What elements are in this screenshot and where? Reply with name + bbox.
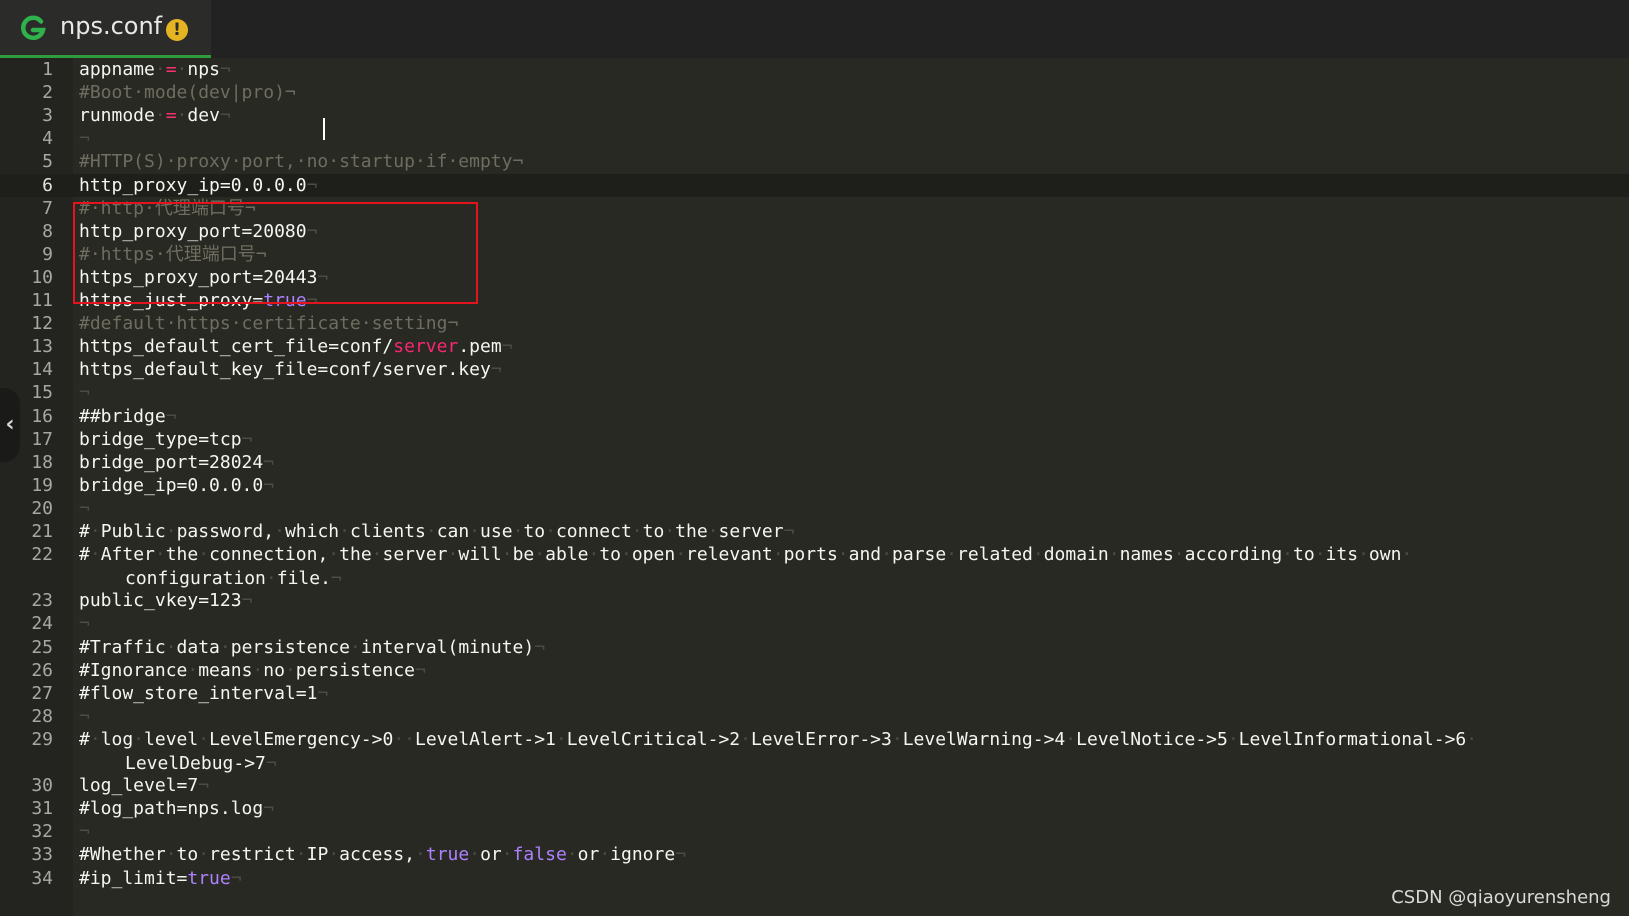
line-number: 21 [31,521,53,542]
line-text[interactable]: https_default_key_file=conf/server.key¬ [79,358,1599,382]
line-text[interactable]: #HTTP(S)·proxy·port,·no·startup·if·empty… [79,150,1599,174]
line-number: 31 [31,798,53,820]
gitee-g-icon [21,15,46,41]
code-line[interactable]: 28 ¬ [0,705,1629,728]
line-number: 10 [31,266,53,288]
annotation-highlight-box [73,202,478,304]
line-number: 13 [31,336,53,358]
line-number: 19 [31,474,53,496]
line-text[interactable]: bridge_ip=0.0.0.0¬ [79,474,1599,498]
code-line[interactable]: 29 #·log·level·LevelEmergency->0··LevelAl… [0,728,1629,774]
code-line[interactable]: 17 bridge_type=tcp¬ [0,428,1629,451]
line-number: 25 [31,636,53,658]
line-number: 29 [31,728,53,750]
line-number: 14 [31,359,53,381]
line-text[interactable]: public_vkey=123¬ [79,589,1599,613]
code-line[interactable]: 4 ¬ [0,127,1629,150]
code-line[interactable]: 21 #·Public·password,·which·clients·can·u… [0,520,1629,543]
line-text[interactable]: #Boot·mode(dev|pro)¬ [79,81,1599,105]
code-line[interactable]: 3 runmode·=·dev¬ [0,104,1629,127]
code-line[interactable]: 31 #log_path=nps.log¬ [0,797,1629,820]
line-text[interactable]: bridge_type=tcp¬ [79,428,1599,452]
code-line[interactable]: 30 log_level=7¬ [0,774,1629,797]
code-line[interactable]: 34 #ip_limit=true¬ [0,867,1629,890]
collapse-sidebar-icon[interactable]: ‹ [0,388,20,462]
text-cursor [323,118,325,140]
line-text[interactable]: http_proxy_ip=0.0.0.0¬ [79,174,1599,198]
line-text[interactable]: #default·https·certificate·setting¬ [79,312,1599,336]
line-number: 7 [42,197,53,219]
line-number: 20 [31,497,53,519]
code-line[interactable]: 2 #Boot·mode(dev|pro)¬ [0,81,1629,104]
code-line[interactable]: 14 https_default_key_file=conf/server.key… [0,358,1629,381]
line-number: 1 [42,59,53,80]
line-text[interactable]: bridge_port=28024¬ [79,451,1599,475]
watermark: CSDN @qiaoyurensheng [1391,887,1611,908]
line-text[interactable]: #ip_limit=true¬ [79,867,1599,891]
code-line[interactable]: 13 https_default_cert_file=conf/server.pe… [0,335,1629,358]
line-text[interactable]: #Whether·to·restrict·IP·access,·true·or·… [79,843,1599,867]
code-line[interactable]: 15 ¬ [0,381,1629,404]
code-editor[interactable]: 1 appname·=·nps¬ 2 #Boot·mode(dev|pro)¬ 3 run… [0,58,1629,916]
line-text[interactable]: #·log·level·LevelEmergency->0··LevelAler… [79,728,1599,776]
code-line[interactable]: 5 #HTTP(S)·proxy·port,·no·startup·if·empt… [0,150,1629,173]
line-text[interactable]: ¬ [79,612,1599,636]
line-number: 28 [31,705,53,727]
line-number: 33 [31,844,53,866]
tab-nps-conf[interactable]: nps.conf ! [0,0,211,58]
line-number: 34 [31,867,53,889]
line-number: 8 [42,220,53,242]
code-line[interactable]: 20 ¬ [0,497,1629,520]
line-number: 32 [31,821,53,843]
tab-title: nps.conf [60,12,163,40]
code-line[interactable]: 6 http_proxy_ip=0.0.0.0¬ [0,173,1629,198]
line-number: 3 [42,105,53,127]
line-text[interactable]: ¬ [79,127,1599,151]
line-text[interactable]: #log_path=nps.log¬ [79,797,1599,821]
line-text[interactable]: log_level=7¬ [79,774,1599,798]
line-number: 9 [42,243,53,265]
line-text[interactable]: #·After·the·connection,·the·server·will·… [79,543,1599,591]
line-number: 6 [42,174,53,196]
code-line[interactable]: 32 ¬ [0,820,1629,843]
code-line[interactable]: 19 bridge_ip=0.0.0.0¬ [0,474,1629,497]
line-text[interactable]: #·Public·password,·which·clients·can·use… [79,520,1599,544]
line-number: 24 [31,613,53,635]
line-text[interactable]: ¬ [79,497,1599,521]
line-number: 30 [31,775,53,797]
code-line[interactable]: 12 #default·https·certificate·setting¬ [0,312,1629,335]
code-line[interactable]: 26 #Ignorance·means·no·persistence¬ [0,659,1629,682]
line-text[interactable]: ¬ [79,705,1599,729]
warning-icon[interactable]: ! [166,19,188,41]
line-number: 26 [31,659,53,681]
line-number: 12 [31,313,53,335]
code-line[interactable]: 24 ¬ [0,612,1629,635]
code-line[interactable]: 1 appname·=·nps¬ [0,58,1629,81]
line-text[interactable]: #flow_store_interval=1¬ [79,682,1599,706]
line-text[interactable]: https_default_cert_file=conf/server.pem¬ [79,335,1599,359]
line-number: 27 [31,682,53,704]
line-number: 4 [42,128,53,150]
line-text[interactable]: #Traffic·data·persistence·interval(minut… [79,636,1599,660]
code-line[interactable]: 27 #flow_store_interval=1¬ [0,682,1629,705]
code-line[interactable]: 23 public_vkey=123¬ [0,589,1629,612]
line-text[interactable]: ##bridge¬ [79,405,1599,429]
code-line[interactable]: 18 bridge_port=28024¬ [0,451,1629,474]
code-line[interactable]: 33 #Whether·to·restrict·IP·access,·true·o… [0,843,1629,866]
line-number: 2 [42,82,53,104]
line-number: 5 [42,151,53,173]
line-text[interactable]: appname·=·nps¬ [79,58,1599,82]
line-text[interactable]: #Ignorance·means·no·persistence¬ [79,659,1599,683]
line-number: 22 [31,544,53,566]
code-line[interactable]: 16 ##bridge¬ [0,405,1629,428]
code-line[interactable]: 25 #Traffic·data·persistence·interval(min… [0,636,1629,659]
code-line[interactable]: 22 #·After·the·connection,·the·server·wil… [0,543,1629,589]
line-number: 23 [31,590,53,612]
line-text[interactable]: ¬ [79,381,1599,405]
line-number: 11 [31,290,53,311]
line-text[interactable]: ¬ [79,820,1599,844]
tab-bar: nps.conf ! [0,0,1629,58]
line-text[interactable]: runmode·=·dev¬ [79,104,1599,128]
